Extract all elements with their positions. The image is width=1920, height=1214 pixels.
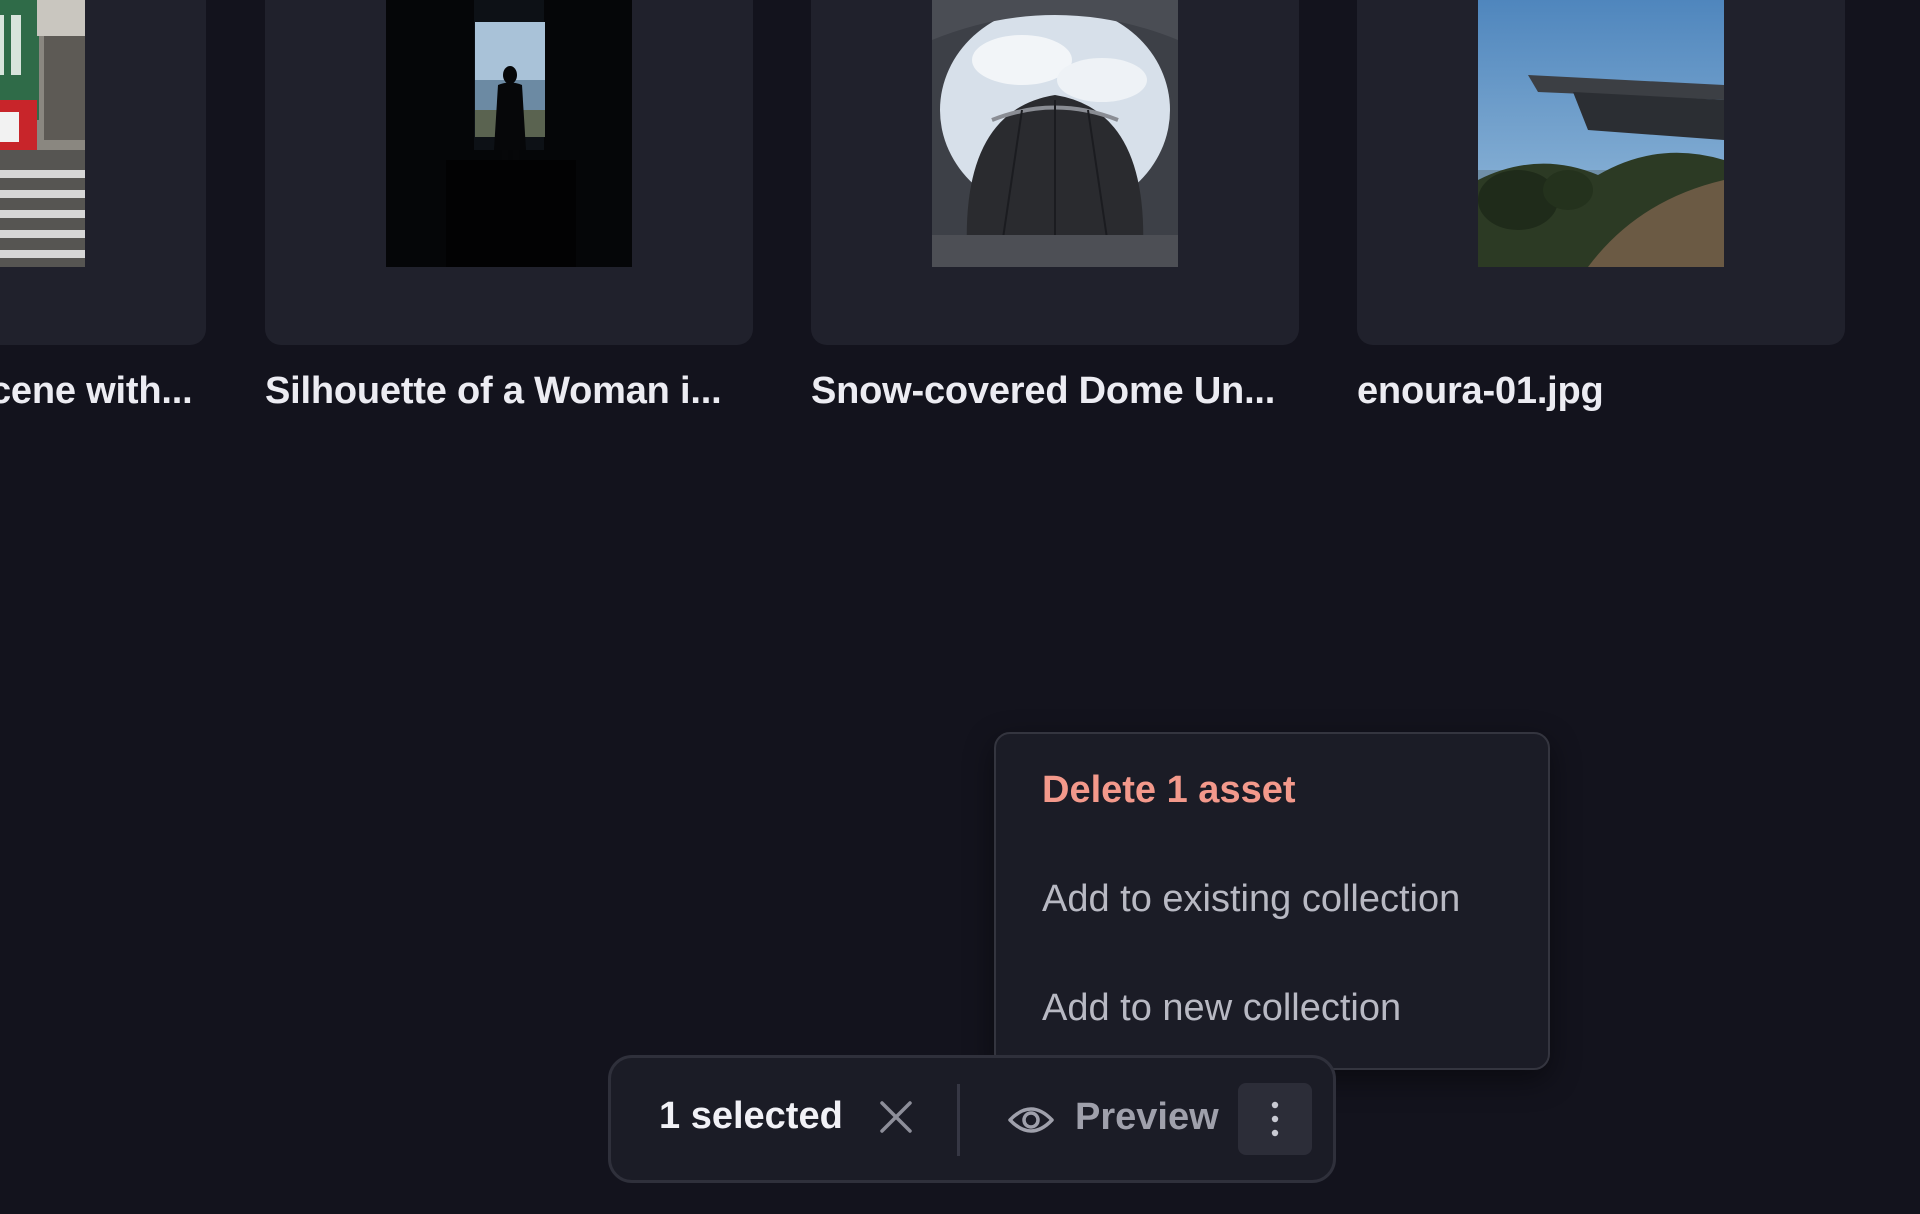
clear-selection-button[interactable] — [873, 1094, 919, 1140]
asset-title: Silhouette of a Woman i... — [265, 370, 722, 412]
preview-button[interactable]: Preview — [993, 1080, 1233, 1160]
asset-card[interactable] — [811, 0, 1299, 345]
more-options-button[interactable] — [1238, 1083, 1312, 1155]
eye-icon — [1008, 1107, 1054, 1133]
asset-actions-menu: Delete 1 asset Add to existing collectio… — [994, 732, 1550, 1070]
more-vertical-icon — [1271, 1101, 1279, 1137]
selection-toolbar: 1 selected Preview — [608, 1055, 1336, 1183]
silhouette-doorway-thumbnail — [386, 0, 632, 267]
asset-card[interactable] — [265, 0, 753, 345]
street-scene-thumbnail — [0, 0, 85, 267]
selection-count: 1 selected — [659, 1095, 843, 1137]
preview-label: Preview — [1075, 1096, 1219, 1138]
asset-library-page: cene with... Silhouette of a Woman i... — [0, 0, 1920, 1214]
toolbar-divider — [957, 1084, 960, 1156]
add-to-new-collection-menu-item[interactable]: Add to new collection — [1042, 987, 1401, 1030]
asset-title: enoura-01.jpg — [1357, 370, 1604, 412]
close-icon — [880, 1101, 912, 1133]
snow-dome-thumbnail — [932, 0, 1178, 267]
delete-asset-menu-item[interactable]: Delete 1 asset — [1042, 769, 1296, 812]
asset-card[interactable] — [1357, 0, 1845, 345]
add-to-existing-collection-menu-item[interactable]: Add to existing collection — [1042, 878, 1460, 921]
cantilever-building-thumbnail — [1478, 0, 1724, 267]
asset-title: Snow-covered Dome Un... — [811, 370, 1276, 412]
asset-card[interactable] — [0, 0, 206, 345]
